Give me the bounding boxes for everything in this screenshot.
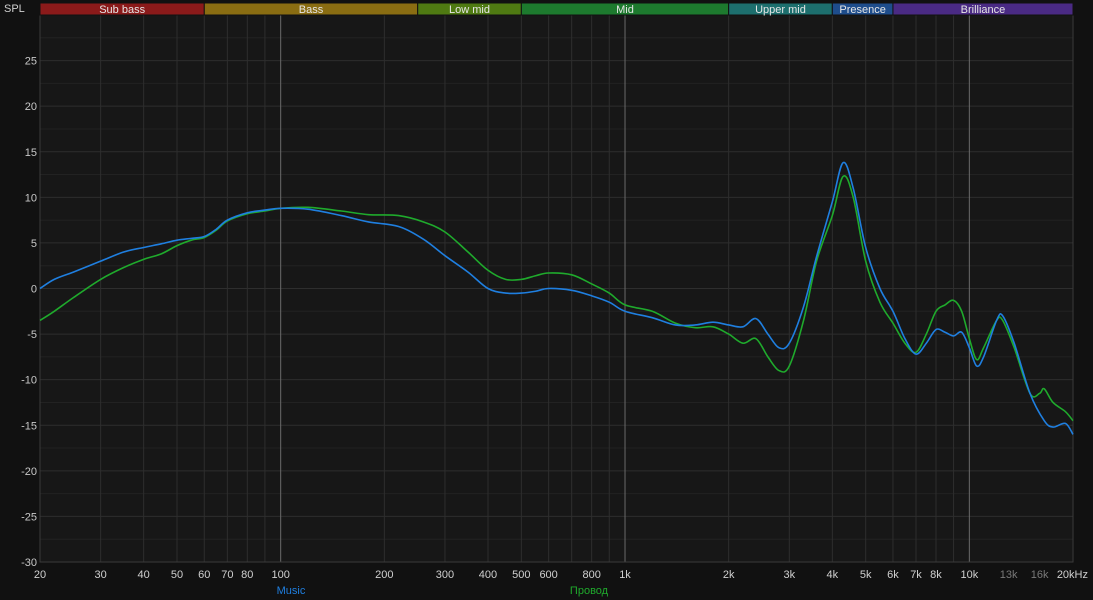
x-tick-label: 13k — [1000, 569, 1018, 581]
x-tick-label: 7k — [910, 569, 922, 581]
y-tick-label: 0 — [31, 284, 37, 296]
y-tick-label: -15 — [21, 420, 37, 432]
x-tick-label: 20kHz — [1057, 569, 1088, 581]
y-tick-label: -10 — [21, 375, 37, 387]
x-tick-label: 50 — [171, 569, 183, 581]
legend-entry: Music — [277, 585, 306, 597]
y-tick-label: 5 — [31, 238, 37, 250]
x-tick-label: 1k — [619, 569, 631, 581]
x-tick-label: 80 — [241, 569, 253, 581]
x-tick-label: 500 — [512, 569, 530, 581]
x-tick-label: 30 — [95, 569, 107, 581]
y-tick-label: -25 — [21, 511, 37, 523]
x-tick-label: 600 — [539, 569, 557, 581]
x-tick-label: 400 — [479, 569, 497, 581]
x-tick-label: 6k — [887, 569, 899, 581]
x-tick-label: 70 — [221, 569, 233, 581]
band-label: Sub bass — [99, 4, 145, 16]
x-tick-label: 100 — [271, 569, 289, 581]
band-label: Low mid — [449, 4, 490, 16]
band-label: Upper mid — [755, 4, 806, 16]
frequency-band-bar: Sub bass Bass Low mid Mid Upper mid Presence B… — [39, 2, 1074, 16]
y-tick-label: 25 — [25, 56, 37, 68]
y-tick-label: -20 — [21, 466, 37, 478]
y-tick-label: 15 — [25, 147, 37, 159]
x-tick-label: 200 — [375, 569, 393, 581]
frequency-response-chart: Sub bass Bass Low mid Mid Upper mid Presence B… — [0, 0, 1093, 600]
x-tick-label: 2k — [723, 569, 735, 581]
band-label: Mid — [616, 4, 634, 16]
y-tick-label: 20 — [25, 101, 37, 113]
y-tick-label: 10 — [25, 192, 37, 204]
y-tick-label: -30 — [21, 557, 37, 569]
x-tick-label: 800 — [582, 569, 600, 581]
x-tick-label: 20 — [34, 569, 46, 581]
x-tick-label: 5k — [860, 569, 872, 581]
y-tick-label: -5 — [27, 329, 37, 341]
x-tick-label: 60 — [198, 569, 210, 581]
x-tick-label: 8k — [930, 569, 942, 581]
x-tick-label: 3k — [783, 569, 795, 581]
legend-entry: Провод — [570, 585, 609, 597]
y-axis-label: SPL — [4, 3, 25, 15]
band-label: Brilliance — [961, 4, 1006, 16]
band-label: Presence — [839, 4, 885, 16]
x-tick-label: 10k — [960, 569, 978, 581]
x-tick-label: 4k — [827, 569, 839, 581]
band-label: Bass — [299, 4, 324, 16]
x-tick-label: 16k — [1031, 569, 1049, 581]
x-tick-label: 40 — [138, 569, 150, 581]
x-tick-label: 300 — [436, 569, 454, 581]
